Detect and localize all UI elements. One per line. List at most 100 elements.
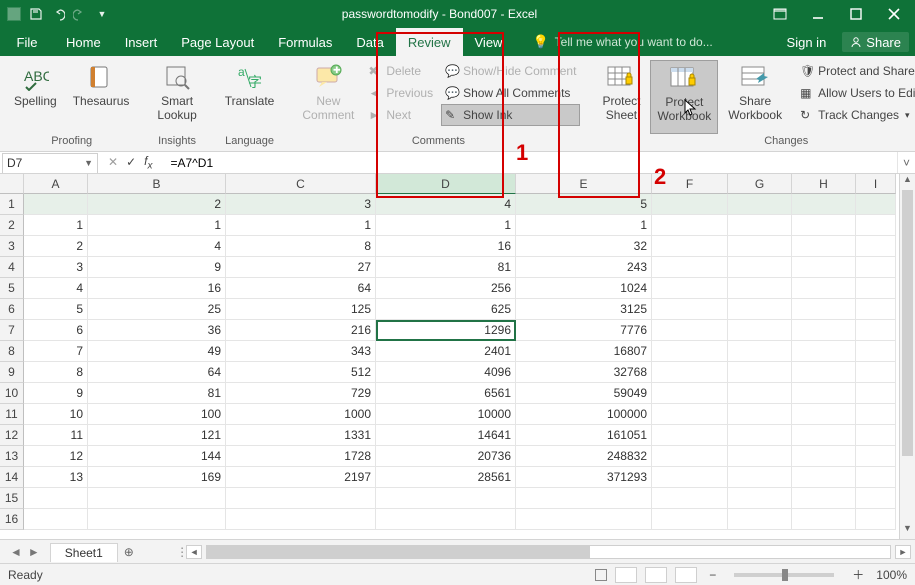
cell[interactable] bbox=[652, 446, 728, 467]
cell[interactable]: 20736 bbox=[376, 446, 516, 467]
row-header[interactable]: 6 bbox=[0, 299, 24, 320]
cell[interactable] bbox=[792, 425, 856, 446]
share-workbook-button[interactable]: Share Workbook bbox=[722, 60, 788, 134]
tell-me[interactable]: 💡 Tell me what you want to do... bbox=[514, 28, 776, 56]
protect-sheet-button[interactable]: Protect Sheet bbox=[596, 60, 646, 134]
cell[interactable] bbox=[856, 362, 896, 383]
cell[interactable] bbox=[792, 404, 856, 425]
cell[interactable] bbox=[792, 236, 856, 257]
cell[interactable] bbox=[652, 383, 728, 404]
cell[interactable]: 343 bbox=[226, 341, 376, 362]
cell[interactable] bbox=[728, 488, 792, 509]
cell[interactable]: 27 bbox=[226, 257, 376, 278]
show-ink-button[interactable]: ✎Show Ink bbox=[441, 104, 580, 126]
cell[interactable] bbox=[88, 509, 226, 530]
tab-page-layout[interactable]: Page Layout bbox=[169, 28, 266, 56]
cell[interactable] bbox=[728, 194, 792, 215]
cell[interactable]: 81 bbox=[88, 383, 226, 404]
close-icon[interactable] bbox=[877, 4, 911, 24]
tab-split-handle[interactable]: ⋮ bbox=[176, 545, 186, 559]
column-header[interactable]: E bbox=[516, 174, 652, 194]
cell[interactable]: 3 bbox=[226, 194, 376, 215]
page-break-view-icon[interactable] bbox=[675, 567, 697, 583]
vertical-scrollbar[interactable]: ▲ ▼ bbox=[899, 174, 915, 539]
minimize-icon[interactable] bbox=[801, 4, 835, 24]
cell[interactable] bbox=[792, 320, 856, 341]
cell[interactable]: 25 bbox=[88, 299, 226, 320]
cell[interactable] bbox=[856, 383, 896, 404]
row-header[interactable]: 12 bbox=[0, 425, 24, 446]
undo-icon[interactable] bbox=[50, 6, 66, 22]
cell[interactable] bbox=[856, 257, 896, 278]
cell[interactable]: 161051 bbox=[516, 425, 652, 446]
cell[interactable] bbox=[856, 278, 896, 299]
cell[interactable] bbox=[792, 488, 856, 509]
tab-data[interactable]: Data bbox=[344, 28, 395, 56]
select-all-corner[interactable] bbox=[0, 174, 24, 194]
cell[interactable]: 216 bbox=[226, 320, 376, 341]
cell[interactable]: 1024 bbox=[516, 278, 652, 299]
cell[interactable]: 59049 bbox=[516, 383, 652, 404]
cell[interactable]: 121 bbox=[88, 425, 226, 446]
cell[interactable] bbox=[728, 404, 792, 425]
cell[interactable]: 1 bbox=[376, 215, 516, 236]
cell[interactable] bbox=[792, 509, 856, 530]
cell[interactable]: 1 bbox=[88, 215, 226, 236]
cell[interactable]: 12 bbox=[24, 446, 88, 467]
cell[interactable] bbox=[728, 257, 792, 278]
cell[interactable] bbox=[226, 509, 376, 530]
cell[interactable]: 16807 bbox=[516, 341, 652, 362]
cell[interactable]: 28561 bbox=[376, 467, 516, 488]
cell[interactable] bbox=[516, 488, 652, 509]
cell[interactable] bbox=[856, 320, 896, 341]
scroll-right-icon[interactable]: ► bbox=[895, 545, 911, 559]
row-header[interactable]: 2 bbox=[0, 215, 24, 236]
column-header[interactable]: G bbox=[728, 174, 792, 194]
cell[interactable]: 3125 bbox=[516, 299, 652, 320]
scroll-left-icon[interactable]: ◄ bbox=[186, 545, 202, 559]
share-button[interactable]: Share bbox=[842, 32, 909, 52]
cell[interactable]: 16 bbox=[376, 236, 516, 257]
cell[interactable]: 1 bbox=[226, 215, 376, 236]
chevron-down-icon[interactable]: ▼ bbox=[84, 158, 93, 168]
save-icon[interactable] bbox=[28, 6, 44, 22]
track-changes-button[interactable]: ↻Track Changes▾ bbox=[796, 104, 915, 126]
maximize-icon[interactable] bbox=[839, 4, 873, 24]
cell[interactable] bbox=[652, 278, 728, 299]
column-header[interactable]: I bbox=[856, 174, 896, 194]
cell[interactable]: 4 bbox=[88, 236, 226, 257]
cell[interactable] bbox=[24, 194, 88, 215]
cell[interactable] bbox=[728, 320, 792, 341]
cell[interactable] bbox=[792, 341, 856, 362]
column-header[interactable]: H bbox=[792, 174, 856, 194]
cell[interactable] bbox=[652, 215, 728, 236]
cell[interactable] bbox=[792, 278, 856, 299]
cell[interactable] bbox=[376, 509, 516, 530]
cell[interactable]: 4096 bbox=[376, 362, 516, 383]
cell[interactable] bbox=[728, 215, 792, 236]
qat-customize-icon[interactable]: ▼ bbox=[94, 6, 110, 22]
row-header[interactable]: 13 bbox=[0, 446, 24, 467]
cell[interactable]: 7 bbox=[24, 341, 88, 362]
cell[interactable] bbox=[24, 509, 88, 530]
cell[interactable] bbox=[792, 299, 856, 320]
cell[interactable]: 5 bbox=[516, 194, 652, 215]
cell[interactable]: 4 bbox=[24, 278, 88, 299]
cell[interactable]: 125 bbox=[226, 299, 376, 320]
cell[interactable]: 36 bbox=[88, 320, 226, 341]
cell[interactable] bbox=[728, 425, 792, 446]
cell[interactable]: 169 bbox=[88, 467, 226, 488]
cell[interactable]: 4 bbox=[376, 194, 516, 215]
row-header[interactable]: 11 bbox=[0, 404, 24, 425]
worksheet-grid[interactable]: ABCDEFGHI1234521111132481632439278124354… bbox=[0, 174, 915, 539]
horizontal-scrollbar[interactable] bbox=[206, 545, 891, 559]
cell[interactable]: 1 bbox=[516, 215, 652, 236]
row-header[interactable]: 7 bbox=[0, 320, 24, 341]
cell[interactable] bbox=[856, 467, 896, 488]
formula-input[interactable] bbox=[166, 156, 897, 170]
cell[interactable] bbox=[24, 488, 88, 509]
row-header[interactable]: 4 bbox=[0, 257, 24, 278]
cell[interactable]: 2 bbox=[24, 236, 88, 257]
row-header[interactable]: 9 bbox=[0, 362, 24, 383]
row-header[interactable]: 14 bbox=[0, 467, 24, 488]
